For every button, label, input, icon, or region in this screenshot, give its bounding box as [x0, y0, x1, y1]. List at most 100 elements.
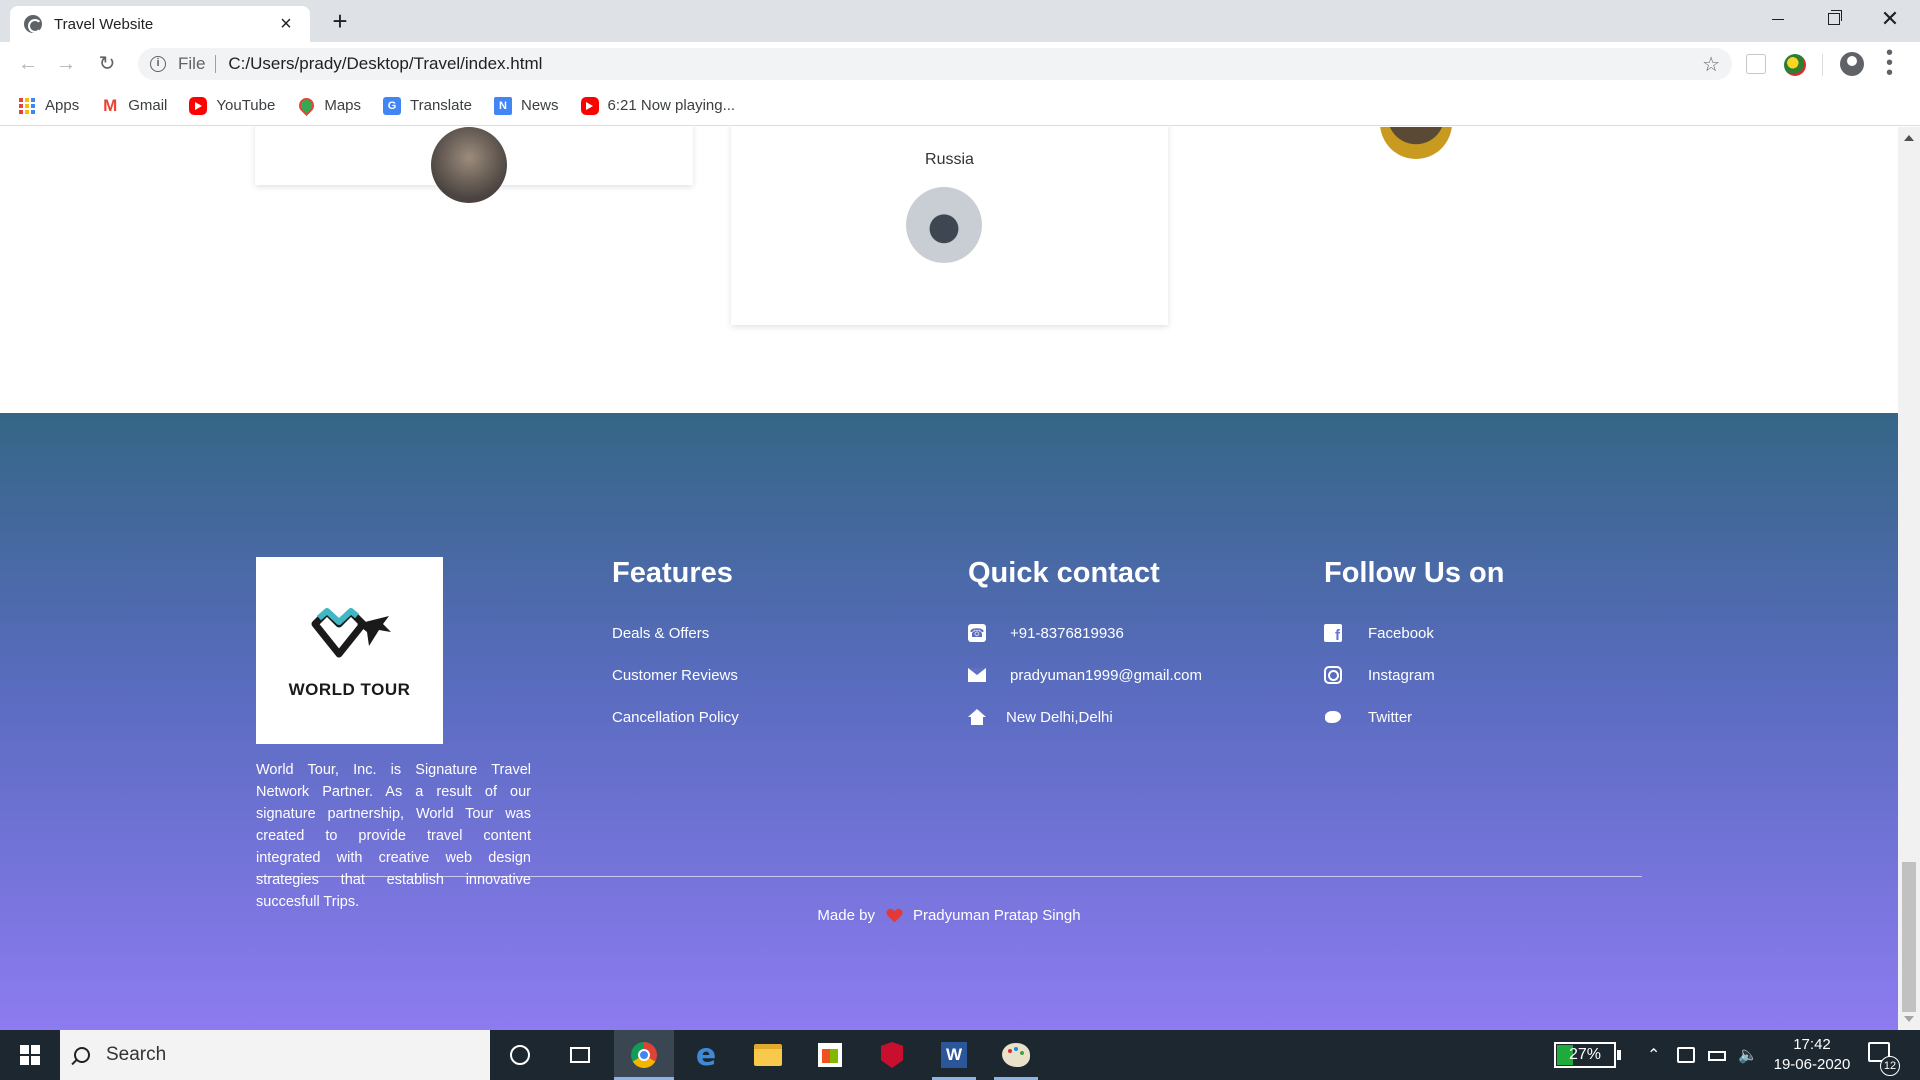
globe-icon — [24, 15, 42, 33]
taskbar-clock[interactable]: 17:42 19-06-2020 — [1762, 1030, 1862, 1080]
forward-button[interactable]: → — [52, 50, 80, 78]
youtube-icon — [189, 96, 208, 115]
maps-pin-icon — [297, 97, 315, 115]
tab-title: Travel Website — [54, 15, 154, 33]
show-hidden-icons-chevron-icon[interactable]: ⌃ — [1647, 1030, 1660, 1080]
bookmark-gmail[interactable]: M Gmail — [101, 95, 167, 115]
url-scheme-label: File — [178, 54, 206, 73]
restore-icon — [1828, 10, 1842, 25]
bookmark-label: YouTube — [216, 97, 276, 114]
scroll-down-arrow-icon[interactable] — [1904, 1016, 1914, 1022]
taskbar-chrome[interactable] — [614, 1030, 674, 1080]
facebook-label: Facebook — [1368, 624, 1434, 642]
cancellation-policy-link[interactable]: Cancellation Policy — [612, 696, 739, 738]
facebook-link[interactable]: Facebook — [1324, 612, 1504, 654]
features-column: Features Deals & Offers Customer Reviews… — [612, 557, 739, 738]
taskbar-search[interactable]: Search — [60, 1030, 490, 1080]
info-icon[interactable]: i — [150, 56, 166, 72]
clock-date: 19-06-2020 — [1773, 1056, 1851, 1073]
back-button[interactable]: ← — [14, 50, 42, 78]
youtube-icon — [580, 96, 599, 115]
contact-heading: Quick contact — [968, 557, 1160, 589]
battery-meter[interactable]: 27% — [1554, 1042, 1616, 1068]
customer-reviews-link[interactable]: Customer Reviews — [612, 654, 739, 696]
features-heading: Features — [612, 557, 733, 589]
follow-heading: Follow Us on — [1324, 557, 1505, 589]
windows-logo-icon — [20, 1045, 40, 1065]
cortana-button[interactable] — [490, 1030, 550, 1080]
task-view-button[interactable] — [550, 1030, 610, 1080]
url-text[interactable]: C:/Users/prady/Desktop/Travel/index.html — [228, 54, 542, 74]
bookmark-maps[interactable]: Maps — [297, 97, 361, 115]
extension-icon[interactable] — [1746, 54, 1766, 74]
bookmark-translate[interactable]: G Translate — [383, 96, 472, 115]
author-name: Pradyuman Pratap Singh — [912, 907, 1081, 924]
scroll-up-arrow-icon[interactable] — [1904, 135, 1914, 141]
windows-taskbar: Search e W 27% ⌃ 🔈 17:42 19-06-2020 12 — [0, 1030, 1920, 1080]
mcafee-shield-icon — [881, 1042, 903, 1068]
testimonial-country: Russia — [925, 151, 974, 168]
search-placeholder: Search — [106, 1044, 167, 1065]
bookmark-youtube[interactable]: YouTube — [189, 96, 276, 115]
phone-row[interactable]: +91-8376819936 — [968, 612, 1202, 654]
home-icon — [968, 708, 986, 726]
taskbar-file-explorer[interactable] — [738, 1030, 798, 1080]
battery-tray-icon[interactable] — [1708, 1051, 1726, 1061]
bookmark-label: Apps — [45, 97, 80, 114]
address-text: New Delhi,Delhi — [1006, 708, 1113, 726]
minimize-icon — [1772, 18, 1784, 20]
url-separator — [215, 55, 217, 73]
browser-tab-active[interactable]: Travel Website × — [10, 6, 310, 42]
scrollbar-thumb[interactable] — [1902, 862, 1916, 1012]
paint-palette-icon — [1002, 1043, 1030, 1067]
translate-icon: G — [383, 96, 402, 115]
page-viewport: Russia WORLD TOUR World Tour, Inc. is Si… — [0, 127, 1898, 1030]
window-minimize-button[interactable] — [1750, 0, 1806, 38]
window-close-button[interactable]: ✕ — [1862, 0, 1918, 38]
taskbar-word[interactable]: W — [924, 1030, 984, 1080]
clock-time: 17:42 — [1793, 1036, 1831, 1053]
bookmark-apps[interactable]: Apps — [18, 97, 79, 115]
instagram-icon — [1324, 666, 1342, 684]
logo-text: WORLD TOUR — [288, 679, 411, 699]
menu-kebab-icon[interactable]: • • • — [1886, 43, 1893, 83]
twitter-link[interactable]: Twitter — [1324, 696, 1504, 738]
twitter-icon — [1324, 708, 1342, 726]
start-button[interactable] — [0, 1030, 60, 1080]
new-tab-button[interactable]: + — [325, 6, 355, 36]
world-tour-logo[interactable]: WORLD TOUR — [256, 557, 443, 744]
tab-close-icon[interactable]: × — [276, 13, 296, 36]
deals-offers-link[interactable]: Deals & Offers — [612, 612, 739, 654]
address-bar[interactable]: i File C:/Users/prady/Desktop/Travel/ind… — [138, 48, 1732, 80]
taskbar-edge[interactable]: e — [676, 1030, 736, 1080]
bookmark-now-playing[interactable]: 6:21 Now playing... — [580, 96, 735, 115]
taskbar-mcafee[interactable] — [862, 1030, 922, 1080]
window-restore-button[interactable] — [1806, 0, 1862, 38]
email-address: pradyuman1999@gmail.com — [1010, 666, 1202, 684]
network-icon[interactable] — [1677, 1047, 1695, 1063]
profile-avatar-icon[interactable] — [1840, 52, 1864, 76]
extension-globe-icon[interactable] — [1784, 54, 1806, 76]
toolbar-divider — [1822, 54, 1823, 76]
bookmark-star-icon[interactable]: ☆ — [1702, 52, 1720, 77]
battery-tip — [1617, 1050, 1621, 1060]
news-icon: N — [494, 96, 512, 115]
reload-button[interactable]: ↻ — [93, 50, 121, 78]
instagram-link[interactable]: Instagram — [1324, 654, 1504, 696]
heart-plane-logo-icon — [311, 607, 391, 657]
bookmark-label: Maps — [324, 97, 362, 114]
gmail-icon: M — [103, 95, 118, 115]
bookmark-news[interactable]: N News — [494, 96, 559, 115]
footer-divider — [256, 876, 1642, 877]
email-row[interactable]: pradyuman1999@gmail.com — [968, 654, 1202, 696]
taskbar-paint[interactable] — [986, 1030, 1046, 1080]
testimonial-avatar — [906, 187, 982, 263]
task-view-icon — [570, 1047, 590, 1063]
taskbar-store[interactable] — [800, 1030, 860, 1080]
volume-icon[interactable]: 🔈 — [1738, 1030, 1758, 1080]
testimonial-avatar — [431, 127, 507, 203]
testimonial-avatar — [1380, 127, 1452, 159]
page-scrollbar[interactable] — [1898, 127, 1920, 1030]
cortana-icon — [510, 1045, 530, 1065]
facebook-icon — [1324, 624, 1342, 644]
